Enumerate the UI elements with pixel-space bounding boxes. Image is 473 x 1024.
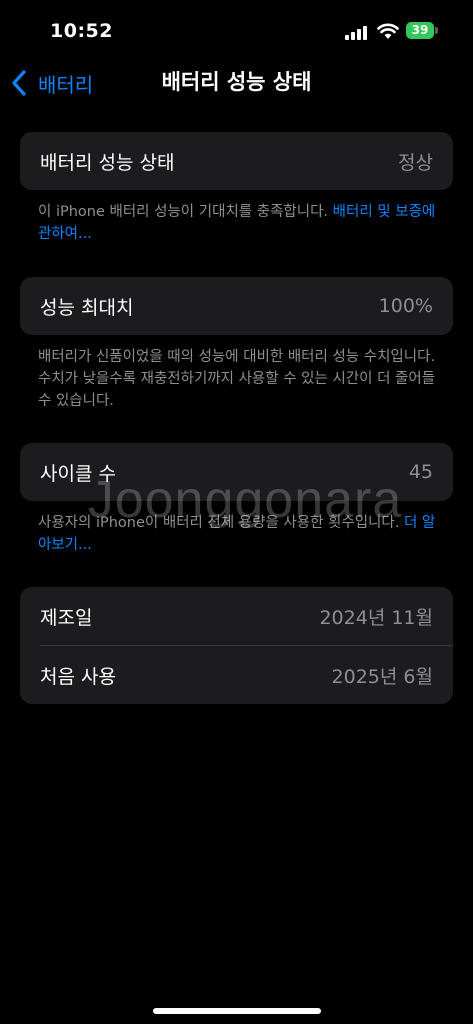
wifi-icon — [377, 23, 399, 39]
battery-health-label: 배터리 성능 상태 — [40, 151, 175, 174]
status-time: 10:52 — [50, 20, 113, 42]
maximum-capacity-value: 100% — [378, 295, 433, 317]
status-bar: 10:52 39 — [0, 0, 473, 60]
home-indicator[interactable] — [153, 1008, 321, 1014]
cycle-count-label: 사이클 수 — [40, 462, 116, 485]
maximum-capacity-footnote: 배터리가 신품이었을 때의 성능에 대비한 배터리 성능 수치입니다. 수치가 … — [38, 349, 436, 409]
cycle-count-footnote: 사용자의 iPhone이 배터리 전체 용량을 사용한 횟수입니다. 더 알아보… — [38, 512, 438, 556]
dates-card: 제조일 2024년 11월 처음 사용 2025년 6월 — [20, 587, 453, 704]
cellular-signal-icon — [345, 24, 371, 40]
battery-nub — [435, 27, 438, 34]
maximum-capacity-label: 성능 최대치 — [40, 296, 134, 319]
manufacture-date-row: 제조일 2024년 11월 — [20, 587, 453, 645]
battery-health-footnote: 이 iPhone 배터리 성능이 기대치를 충족합니다. 배터리 및 보증에 관… — [38, 201, 438, 245]
maximum-capacity-row: 성능 최대치 100% — [20, 277, 453, 335]
cycle-count-card: 사이클 수 45 — [20, 443, 453, 501]
cycle-count-row: 사이클 수 45 — [20, 443, 453, 501]
page-title: 배터리 성능 상태 — [161, 70, 312, 94]
battery-level: 39 — [411, 23, 429, 37]
cycle-count-note: 사용자의 iPhone이 배터리 전체 용량을 사용한 횟수입니다. — [38, 515, 404, 531]
battery-health-row: 배터리 성능 상태 정상 — [20, 132, 453, 190]
first-use-value: 2025년 6월 — [331, 665, 433, 688]
battery-icon: 39 — [406, 22, 434, 39]
manufacture-date-value: 2024년 11월 — [319, 606, 433, 629]
manufacture-date-label: 제조일 — [40, 606, 93, 629]
battery-health-note: 이 iPhone 배터리 성능이 기대치를 충족합니다. — [38, 204, 333, 220]
navigation-bar: 배터리 배터리 성능 상태 — [0, 60, 473, 104]
maximum-capacity-card: 성능 최대치 100% — [20, 277, 453, 335]
first-use-row: 처음 사용 2025년 6월 — [20, 646, 453, 704]
cycle-count-value: 45 — [408, 461, 433, 483]
battery-health-value: 정상 — [398, 151, 433, 174]
battery-health-card: 배터리 성능 상태 정상 — [20, 132, 453, 190]
first-use-label: 처음 사용 — [40, 665, 116, 688]
